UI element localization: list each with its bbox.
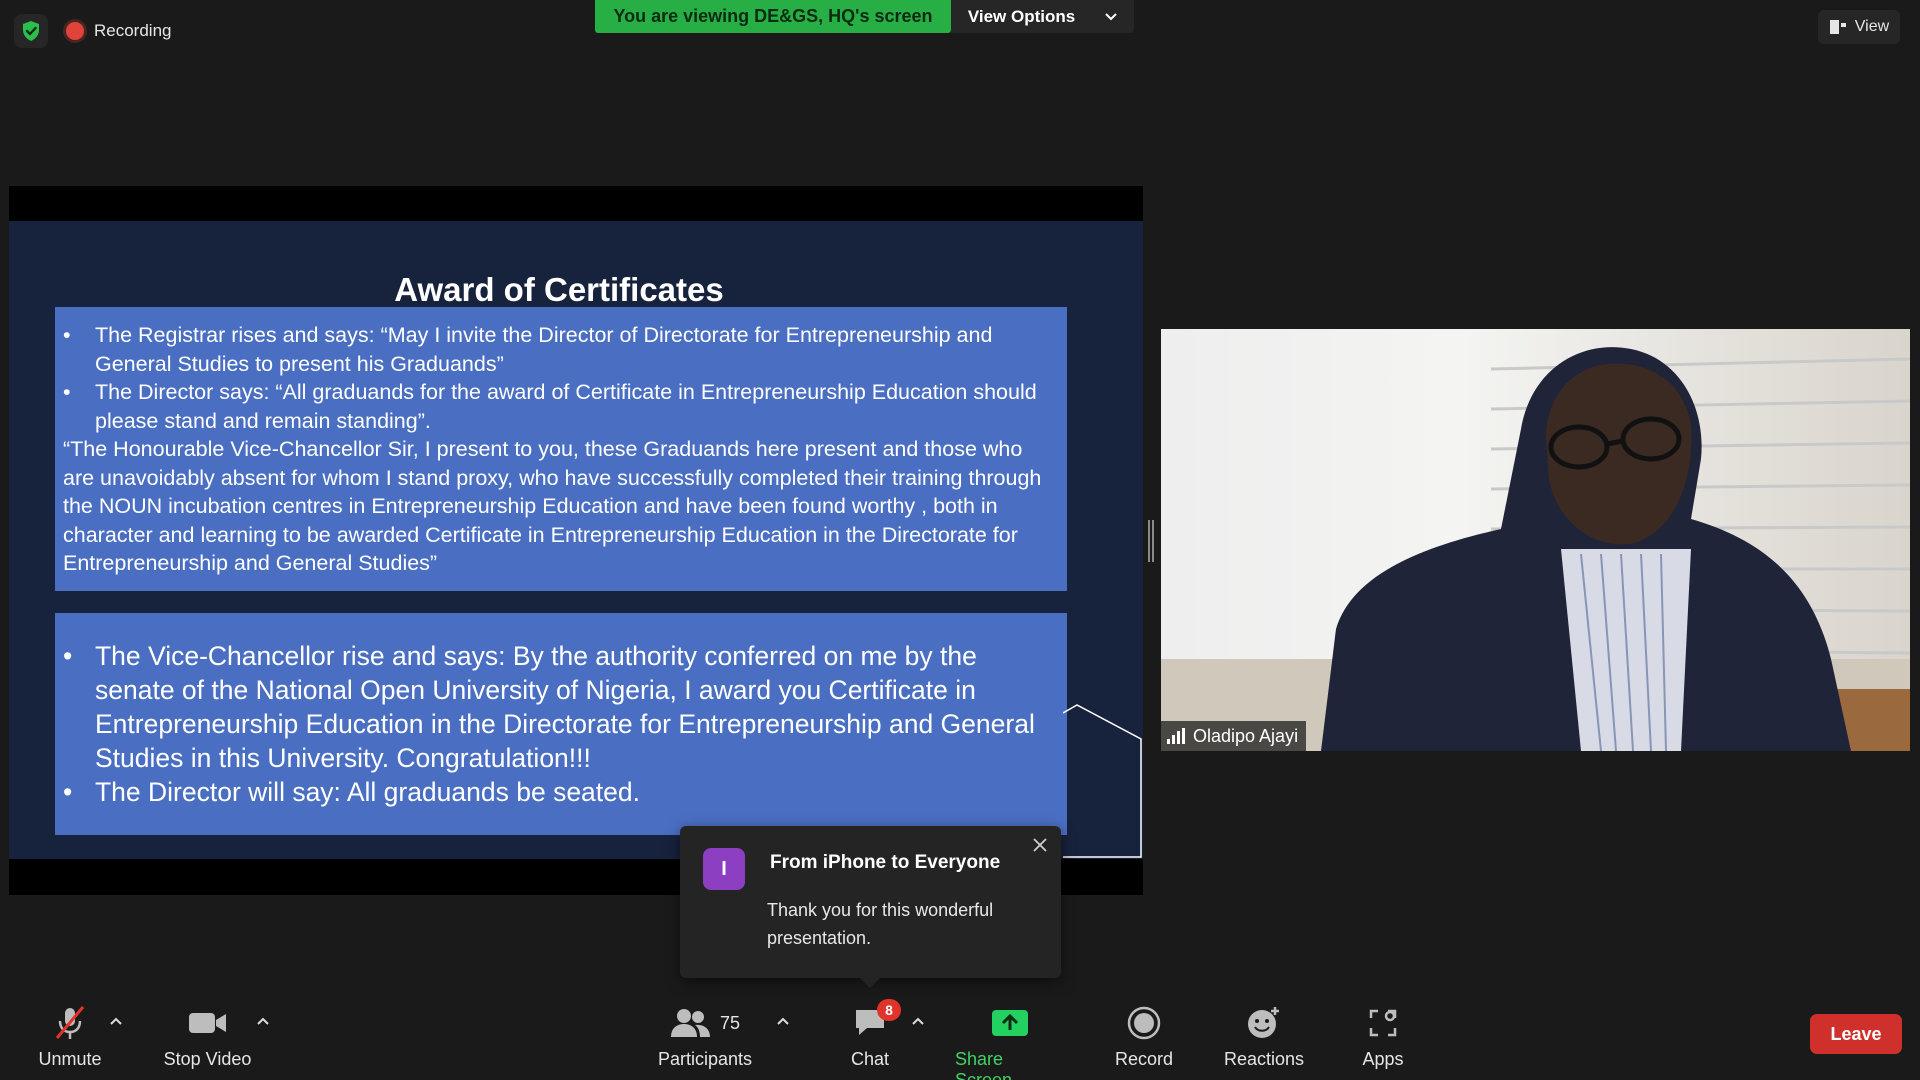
slide-decoration — [1063, 704, 1142, 858]
slide-bullet: • The Vice-Chancellor rise and says: By t… — [63, 639, 1057, 775]
view-options-button[interactable]: View Options — [951, 0, 1134, 33]
top-left-status: Recording — [14, 14, 172, 48]
slide-bullet-text: The Vice-Chancellor rise and says: By th… — [95, 641, 1035, 773]
leave-button[interactable]: Leave — [1810, 1014, 1902, 1054]
close-icon[interactable] — [1029, 834, 1051, 856]
recording-label: Recording — [94, 21, 172, 40]
chat-sender: From iPhone to Everyone — [770, 852, 1001, 873]
participants-button[interactable]: 75 Participants — [655, 1003, 755, 1070]
slide-bullet: • The Registrar rises and says: “May I in… — [63, 321, 1057, 378]
chat-bubble-icon: 8 — [853, 999, 901, 1043]
record-label: Record — [1114, 1049, 1174, 1069]
participant-name: Oladipo Ajayi — [1193, 725, 1299, 746]
chevron-down-icon — [1105, 12, 1117, 20]
signal-strength-icon — [1167, 728, 1185, 744]
viewing-banner: You are viewing DE&GS, HQ's screen — [595, 0, 951, 33]
slide-bullet: • The Director says: “All graduands for t… — [63, 378, 1057, 435]
participants-label: Participants — [657, 1049, 753, 1069]
unmute-label: Unmute — [38, 1049, 102, 1069]
audio-options-caret-icon[interactable] — [108, 1013, 124, 1029]
view-layout-icon — [1829, 20, 1846, 34]
chat-options-caret-icon[interactable] — [910, 1013, 926, 1029]
share-screen-button[interactable]: Share Screen — [955, 1003, 1065, 1080]
video-options-caret-icon[interactable] — [255, 1013, 271, 1029]
record-button[interactable]: Record — [1105, 1003, 1183, 1070]
security-shield-icon[interactable] — [14, 14, 48, 48]
reactions-button[interactable]: Reactions — [1220, 1003, 1308, 1070]
participant-video-feed — [1161, 329, 1910, 751]
recording-indicator[interactable]: Recording — [66, 21, 172, 41]
reactions-label: Reactions — [1223, 1049, 1305, 1069]
view-options-label: View Options — [967, 6, 1076, 26]
participants-count: 75 — [719, 1012, 741, 1033]
stop-video-button[interactable]: Stop Video — [160, 1003, 255, 1070]
apps-label: Apps — [1362, 1049, 1404, 1069]
slide-paragraph: “The Honourable Vice-Chancellor Sir, I p… — [63, 437, 1042, 575]
chat-button[interactable]: 8 Chat — [840, 999, 901, 1070]
chat-label: Chat — [850, 1049, 890, 1069]
slide-title: Award of Certificates — [394, 271, 724, 308]
slide-text-box-2: • The Vice-Chancellor rise and says: By t… — [55, 613, 1067, 835]
share-screen-icon — [991, 1003, 1029, 1043]
chat-message: Thank you for this wonderful presentatio… — [767, 900, 994, 948]
apps-button[interactable]: Apps — [1355, 1003, 1411, 1070]
recording-dot-icon — [66, 22, 84, 40]
stop-video-label: Stop Video — [163, 1049, 252, 1069]
meeting-toolbar: Unmute Stop Video 75 Participants 8 Chat… — [0, 995, 1920, 1080]
chat-unread-badge: 8 — [877, 999, 901, 1021]
muted-microphone-icon — [52, 1003, 88, 1043]
avatar: I — [703, 848, 745, 890]
slide-text-box-1: • The Registrar rises and says: “May I in… — [55, 307, 1067, 591]
presentation-slide: Award of Certificates • The Registrar ris… — [9, 221, 1143, 859]
slide-bullet-text: The Director will say: All graduands be … — [95, 777, 640, 807]
slide-bullet-text: The Registrar rises and says: “May I inv… — [95, 323, 993, 376]
shared-screen: Award of Certificates • The Registrar ris… — [9, 186, 1143, 895]
slide-bullet-text: The Director says: “All graduands for th… — [95, 380, 1037, 433]
emoji-reactions-icon — [1245, 1003, 1283, 1043]
view-label: View — [1854, 18, 1890, 35]
participants-options-caret-icon[interactable] — [775, 1013, 791, 1029]
chat-notification-popup[interactable]: I From iPhone to Everyone Thank you for … — [680, 826, 1061, 988]
unmute-button[interactable]: Unmute — [30, 1003, 110, 1070]
participant-name-tag: Oladipo Ajayi — [1161, 721, 1307, 751]
panel-splitter-handle[interactable] — [1148, 520, 1154, 562]
view-button[interactable]: View — [1818, 10, 1900, 44]
participant-video[interactable]: Oladipo Ajayi — [1161, 329, 1910, 751]
video-camera-icon — [188, 1003, 228, 1043]
participants-icon: 75 — [670, 1003, 740, 1043]
apps-icon — [1368, 1003, 1398, 1043]
share-screen-label: Share Screen — [955, 1049, 1013, 1080]
record-icon — [1127, 1003, 1161, 1043]
slide-bullet: • The Director will say: All graduands be… — [63, 777, 640, 807]
